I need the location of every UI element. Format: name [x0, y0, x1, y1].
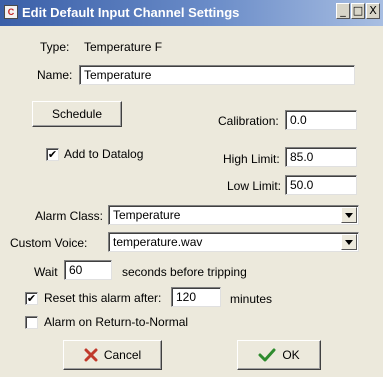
- type-value: Temperature F: [84, 40, 163, 54]
- alarm-class-dropdown-button[interactable]: [341, 207, 357, 223]
- reset-alarm-input[interactable]: 120: [171, 287, 221, 307]
- low-limit-label: Low Limit:: [227, 179, 282, 193]
- name-input[interactable]: Temperature: [79, 65, 355, 85]
- calibration-label: Calibration:: [218, 114, 279, 128]
- add-to-datalog-label: Add to Datalog: [64, 147, 144, 161]
- red-x-icon: [84, 348, 98, 362]
- high-limit-label: High Limit:: [223, 152, 280, 166]
- window-controls: _ □ X: [336, 3, 380, 21]
- alarm-class-label: Alarm Class:: [35, 209, 104, 223]
- app-icon: C: [4, 5, 18, 19]
- name-label: Name:: [37, 68, 73, 82]
- alarm-return-checkbox[interactable]: [25, 316, 38, 329]
- custom-voice-select[interactable]: temperature.wav: [108, 232, 359, 252]
- close-button[interactable]: X: [366, 3, 380, 19]
- low-limit-input[interactable]: 50.0: [285, 175, 357, 195]
- custom-voice-value: temperature.wav: [113, 235, 203, 249]
- reset-alarm-checkbox[interactable]: ✔: [25, 292, 38, 305]
- chevron-down-icon: [345, 239, 353, 245]
- high-limit-input[interactable]: 85.0: [285, 147, 357, 167]
- wait-input[interactable]: 60: [64, 260, 112, 280]
- chevron-down-icon: [345, 212, 353, 218]
- wait-label: Wait: [34, 265, 58, 279]
- window-title: Edit Default Input Channel Settings: [22, 5, 240, 20]
- add-to-datalog-checkbox[interactable]: ✔: [46, 148, 59, 161]
- schedule-button-label: Schedule: [51, 107, 103, 121]
- cancel-button[interactable]: Cancel: [63, 340, 162, 370]
- schedule-button[interactable]: Schedule: [32, 101, 122, 127]
- minimize-button[interactable]: _: [336, 3, 350, 19]
- calibration-input[interactable]: 0.0: [285, 110, 357, 130]
- alarm-class-select[interactable]: Temperature: [108, 205, 359, 225]
- reset-alarm-label: Reset this alarm after:: [44, 291, 162, 305]
- ok-button[interactable]: OK: [237, 340, 321, 370]
- alarm-return-label: Alarm on Return-to-Normal: [44, 315, 189, 329]
- ok-button-label: OK: [282, 348, 300, 362]
- alarm-class-value: Temperature: [113, 208, 181, 222]
- wait-suffix: seconds before tripping: [122, 265, 247, 279]
- reset-alarm-suffix: minutes: [230, 292, 273, 306]
- title-bar[interactable]: C Edit Default Input Channel Settings _ …: [0, 0, 383, 26]
- cancel-button-label: Cancel: [103, 348, 142, 362]
- dialog-window: C Edit Default Input Channel Settings _ …: [0, 0, 383, 377]
- custom-voice-dropdown-button[interactable]: [341, 234, 357, 250]
- custom-voice-label: Custom Voice:: [10, 236, 88, 250]
- green-check-icon: [258, 348, 276, 362]
- maximize-button[interactable]: □: [351, 3, 365, 19]
- type-label: Type:: [40, 40, 70, 54]
